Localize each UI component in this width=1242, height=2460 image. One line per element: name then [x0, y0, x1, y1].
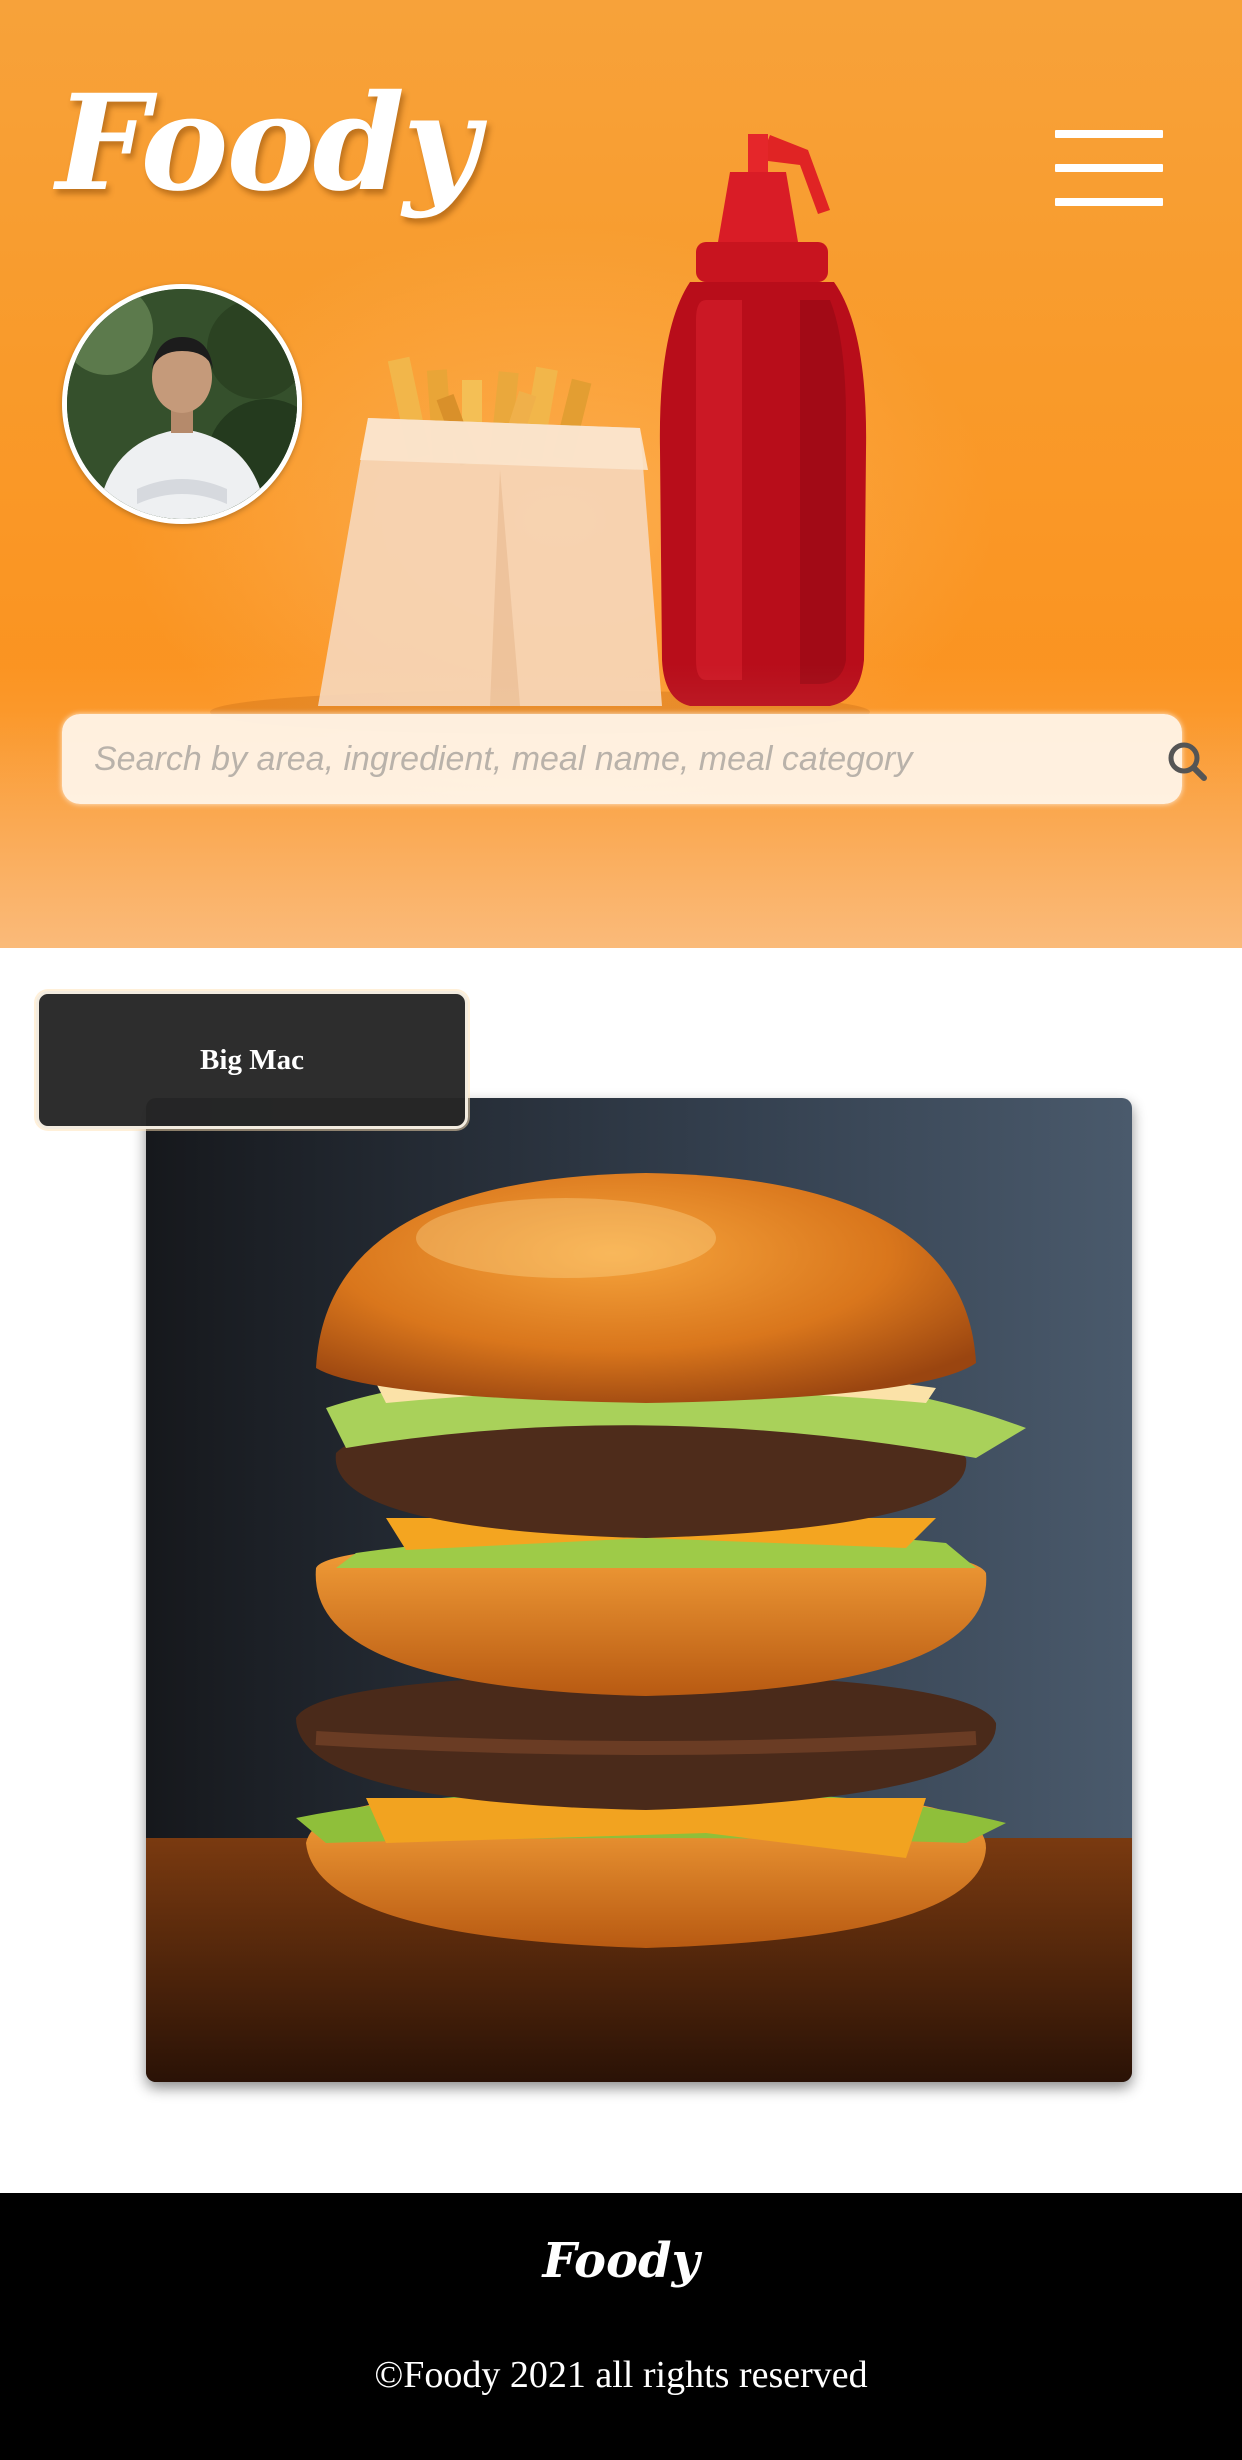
burger-photo — [146, 1098, 1132, 2082]
search-icon[interactable] — [1166, 740, 1208, 782]
menu-bar — [1055, 130, 1163, 138]
brand-logo[interactable]: Foody — [56, 78, 480, 210]
footer-brand-logo[interactable]: Foody — [0, 2233, 1242, 2289]
user-avatar[interactable] — [62, 284, 302, 524]
search-input[interactable] — [94, 714, 1054, 804]
menu-bar — [1055, 164, 1163, 172]
footer: Foody ©Foody 2021 all rights reserved — [0, 2193, 1242, 2460]
hamburger-menu-icon[interactable] — [1055, 130, 1163, 206]
menu-bar — [1055, 198, 1163, 206]
meal-title[interactable]: Big Mac — [36, 991, 468, 1129]
search-bar — [62, 714, 1207, 804]
hero-banner: Foody — [0, 0, 1242, 948]
copyright-text: ©Foody 2021 all rights reserved — [374, 2354, 868, 2396]
avatar-photo — [67, 289, 297, 519]
meal-image[interactable] — [146, 1098, 1132, 2082]
